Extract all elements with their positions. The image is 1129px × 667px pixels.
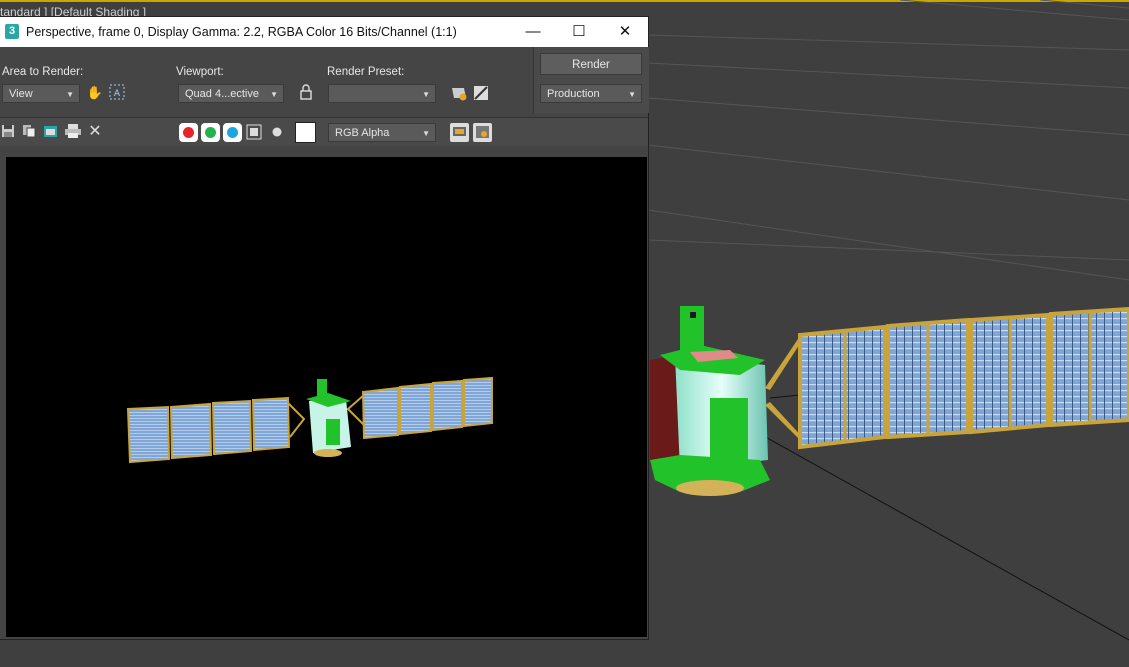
toggle-ui-overlays-icon[interactable] (450, 123, 469, 142)
chevron-down-icon: ▼ (422, 129, 430, 138)
save-image-icon[interactable] (0, 124, 16, 140)
green-channel-toggle[interactable] (201, 123, 220, 142)
production-dropdown[interactable]: Production ▼ (540, 84, 642, 103)
window-title: Perspective, frame 0, Display Gamma: 2.2… (26, 25, 457, 39)
red-channel-toggle[interactable] (179, 123, 198, 142)
area-to-render-value: View (9, 88, 33, 100)
red-channel-icon (183, 127, 194, 138)
channel-display-dropdown[interactable]: RGB Alpha ▼ (328, 123, 436, 142)
viewport-label-text: Viewport: (176, 66, 224, 78)
green-channel-icon (205, 127, 216, 138)
chevron-down-icon: ▼ (66, 90, 74, 99)
pan-hand-icon[interactable]: ✋ (86, 84, 104, 102)
toggle-ui-icon[interactable] (473, 123, 492, 142)
swatch-color-box[interactable] (295, 122, 316, 143)
viewport-grid (647, 0, 1129, 281)
chevron-down-icon: ▼ (422, 90, 430, 99)
render-preset-label: Render Preset: (327, 66, 405, 78)
svg-text:A: A (114, 89, 121, 99)
area-to-render-dropdown[interactable]: View ▼ (2, 84, 80, 103)
window-titlebar[interactable]: 3 Perspective, frame 0, Display Gamma: 2… (0, 17, 648, 47)
close-button[interactable]: ✕ (602, 17, 648, 47)
blue-channel-icon (227, 127, 238, 138)
chevron-down-icon: ▼ (628, 90, 636, 99)
3ds-max-app-icon: 3 (5, 24, 19, 39)
auto-region-icon[interactable]: A (108, 84, 126, 102)
alpha-channel-icon[interactable] (246, 124, 262, 140)
viewport-dropdown[interactable]: Quad 4...ective ▼ (178, 84, 284, 103)
render-preset-dropdown[interactable]: ▼ (328, 84, 436, 103)
clear-image-icon[interactable]: ✕ (87, 124, 103, 140)
print-image-icon[interactable] (65, 124, 81, 140)
rendered-frame-window: 3 Perspective, frame 0, Display Gamma: 2… (0, 17, 649, 639)
production-value: Production (547, 88, 600, 100)
minimize-button[interactable]: — (510, 17, 556, 47)
frame-toolbar: ✕ RGB Alpha ▼ (0, 117, 648, 146)
render-setup-icon[interactable] (450, 84, 468, 102)
viewport-value: Quad 4...ective (185, 88, 259, 100)
clone-frame-icon[interactable] (43, 124, 59, 140)
axis-line (734, 419, 1129, 641)
monochrome-icon[interactable] (269, 124, 285, 140)
copy-image-icon[interactable] (21, 124, 37, 140)
render-button[interactable]: Render (540, 53, 642, 75)
rendered-image-area[interactable] (6, 157, 647, 637)
area-to-render-label: Area to Render: (2, 66, 84, 78)
environment-effects-icon[interactable] (472, 84, 490, 102)
satellite-model-large[interactable] (650, 306, 1129, 496)
lock-icon[interactable] (297, 84, 315, 102)
chevron-down-icon: ▼ (270, 90, 278, 99)
rendered-satellite (126, 376, 493, 464)
channel-display-value: RGB Alpha (335, 127, 390, 139)
maximize-button[interactable]: ☐ (556, 17, 602, 47)
blue-channel-toggle[interactable] (223, 123, 242, 142)
